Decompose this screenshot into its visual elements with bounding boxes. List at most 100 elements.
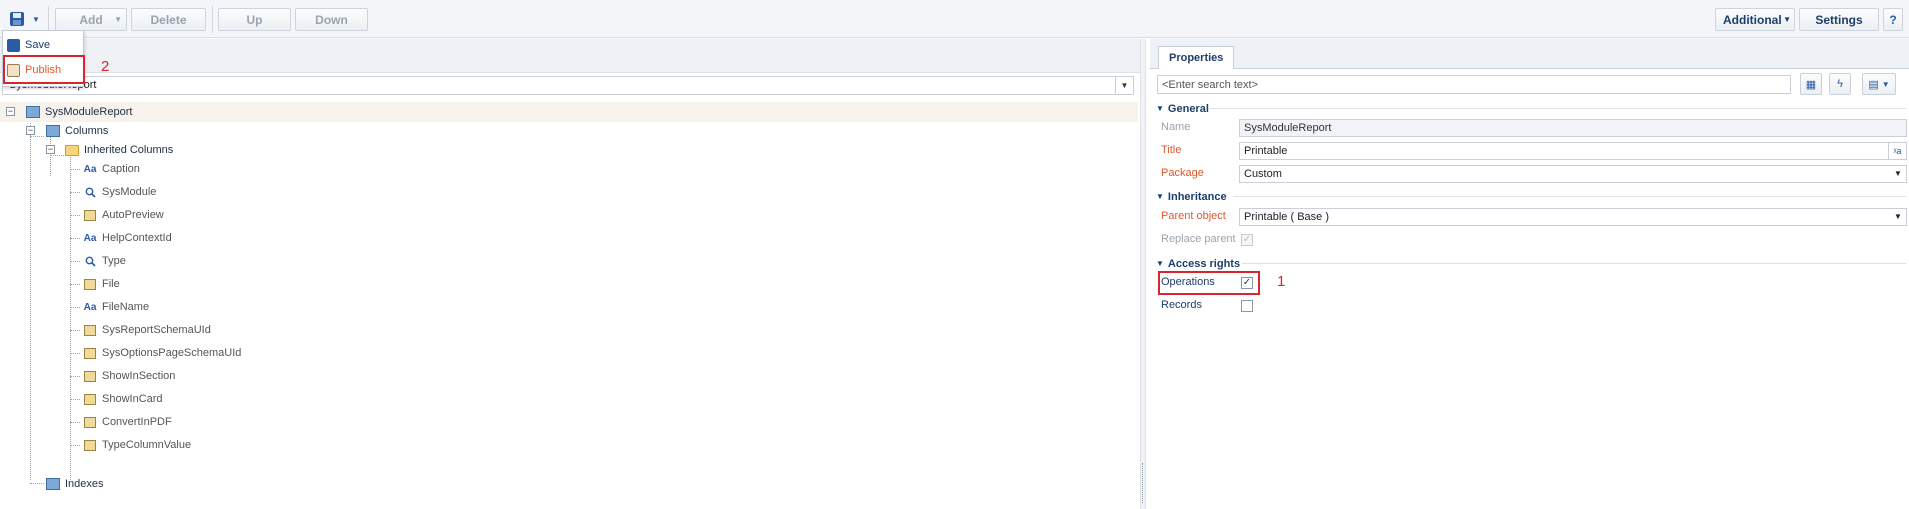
- collapse-icon[interactable]: −: [6, 107, 15, 116]
- tree-column-item[interactable]: File: [0, 274, 1138, 294]
- guid-icon: [83, 439, 97, 451]
- tree-connector: [70, 238, 80, 239]
- operations-step-marker: 1: [1277, 273, 1286, 290]
- tree-node-root[interactable]: − SysModuleReport: [0, 102, 1138, 122]
- group-general-title: General: [1167, 102, 1209, 115]
- add-button-label: Add: [79, 12, 103, 27]
- tree-node-columns[interactable]: − Columns: [0, 121, 1138, 141]
- splitter-grip[interactable]: [1142, 463, 1144, 503]
- property-search-input[interactable]: [1157, 75, 1791, 94]
- tree-column-item[interactable]: ShowInCard: [0, 389, 1138, 409]
- toolbar-divider: [48, 6, 49, 33]
- chevron-down-icon[interactable]: ▼: [1890, 209, 1906, 225]
- prop-name-field: SysModuleReport: [1239, 119, 1907, 137]
- additional-menu-button[interactable]: Additional ▼: [1715, 8, 1795, 31]
- collapse-icon[interactable]: −: [26, 126, 35, 135]
- collapse-icon[interactable]: −: [46, 145, 55, 154]
- tab-properties[interactable]: Properties: [1158, 46, 1235, 69]
- settings-button[interactable]: Settings: [1799, 8, 1879, 31]
- tree-node-indexes[interactable]: Indexes: [0, 474, 1138, 494]
- prop-parent-label: Parent object: [1161, 210, 1226, 222]
- tree-connector: [70, 353, 80, 354]
- tree-column-label: AutoPreview: [102, 209, 164, 221]
- view-options-button[interactable]: ▤ ▼: [1862, 73, 1896, 95]
- tree-node-label: Inherited Columns: [84, 144, 174, 156]
- tree-column-item[interactable]: TypeColumnValue: [0, 435, 1138, 455]
- group-divider: [1242, 263, 1906, 264]
- tree-column-item[interactable]: SysOptionsPageSchemaUId: [0, 343, 1138, 363]
- chevron-down-icon: ▼: [1783, 15, 1791, 24]
- menu-item-save[interactable]: Save: [7, 35, 81, 55]
- save-menu-button[interactable]: ▼: [5, 8, 41, 31]
- down-button[interactable]: Down: [295, 8, 368, 31]
- records-checkbox[interactable]: [1241, 300, 1253, 312]
- menu-item-save-label: Save: [25, 39, 51, 51]
- tree-column-item[interactable]: SysReportSchemaUId: [0, 320, 1138, 340]
- tree-column-item[interactable]: ShowInSection: [0, 366, 1138, 386]
- chevron-down-icon: ▼: [1881, 79, 1890, 89]
- tree-column-label: Caption: [102, 163, 140, 175]
- chevron-down-icon[interactable]: ▼: [1115, 77, 1133, 94]
- group-access-header[interactable]: ▼ Access rights: [1156, 256, 1240, 271]
- tree-connector: [70, 215, 80, 216]
- help-button[interactable]: ?: [1883, 8, 1903, 31]
- toolbar-divider: [212, 6, 213, 33]
- tree-column-label: SysReportSchemaUId: [102, 324, 211, 336]
- translate-icon[interactable]: ᵡa: [1888, 143, 1906, 159]
- add-button[interactable]: Add ▼: [55, 8, 127, 31]
- tree-connector: [70, 376, 80, 377]
- group-inheritance-header[interactable]: ▼ Inheritance: [1156, 189, 1227, 204]
- chevron-down-icon: ▼: [1156, 192, 1164, 201]
- tree-column-item[interactable]: AutoPreview: [0, 205, 1138, 225]
- operations-highlight-box: [1158, 271, 1260, 295]
- grid-view-button[interactable]: ▦: [1800, 73, 1822, 95]
- schema-selector[interactable]: SysModuleReport ▼: [2, 76, 1134, 95]
- columns-icon: [46, 125, 60, 137]
- up-button-label: Up: [246, 12, 263, 27]
- tree-column-item[interactable]: Aa HelpContextId: [0, 228, 1138, 248]
- tree-column-label: SysModule: [102, 186, 157, 198]
- delete-button[interactable]: Delete: [131, 8, 206, 31]
- chevron-down-icon: ▼: [1156, 259, 1164, 268]
- tree-connector: [70, 399, 80, 400]
- tree-column-label: ShowInSection: [102, 370, 176, 382]
- prop-row-title: Title Printable ᵡa: [1157, 141, 1909, 161]
- group-divider: [1210, 108, 1906, 109]
- tree-column-item[interactable]: Aa FileName: [0, 297, 1138, 317]
- publish-highlight-box: [3, 55, 85, 84]
- folder-icon: [65, 144, 79, 156]
- prop-title-field[interactable]: Printable ᵡa: [1239, 142, 1907, 160]
- tree-column-label: FileName: [102, 301, 150, 313]
- tree-column-item[interactable]: Type: [0, 251, 1138, 271]
- prop-title-value: Printable: [1244, 145, 1288, 157]
- prop-parent-select[interactable]: Printable ( Base ) ▼: [1239, 208, 1907, 226]
- prop-package-select[interactable]: Custom ▼: [1239, 165, 1907, 183]
- tree-column-item[interactable]: Aa Caption: [0, 159, 1138, 179]
- chevron-down-icon[interactable]: ▼: [1890, 166, 1906, 182]
- boolean-icon: [83, 370, 97, 382]
- panel-splitter[interactable]: [1140, 39, 1146, 509]
- tree-connector: [70, 307, 80, 308]
- help-icon: ?: [1889, 12, 1897, 27]
- additional-button-label: Additional: [1723, 12, 1782, 27]
- guid-icon: [83, 347, 97, 359]
- tree-column-item[interactable]: ConvertInPDF: [0, 412, 1138, 432]
- prop-row-records: Records: [1157, 296, 1909, 316]
- prop-name-label: Name: [1161, 121, 1191, 133]
- lookup-icon: [83, 186, 97, 198]
- grid-icon: ▦: [1805, 78, 1817, 91]
- prop-row-operations: Operations ✓: [1157, 273, 1909, 293]
- tree-column-label: ShowInCard: [102, 393, 163, 405]
- group-general-header[interactable]: ▼ General: [1156, 101, 1209, 116]
- tree-connector: [70, 284, 80, 285]
- tree-node-inherited-columns[interactable]: − Inherited Columns: [0, 140, 1138, 160]
- layout-icon: ▤: [1868, 78, 1879, 91]
- text-icon: Aa: [83, 232, 97, 244]
- main-toolbar: ▼ Add ▼ Delete Up Down Additional ▼ Sett…: [0, 0, 1909, 38]
- tree-connector: [70, 445, 80, 446]
- events-button[interactable]: ϟ: [1829, 73, 1851, 95]
- tree-connector: [70, 261, 80, 262]
- tree-column-item[interactable]: SysModule: [0, 182, 1138, 202]
- up-button[interactable]: Up: [218, 8, 291, 31]
- tree-node-label: SysModuleReport: [45, 106, 133, 118]
